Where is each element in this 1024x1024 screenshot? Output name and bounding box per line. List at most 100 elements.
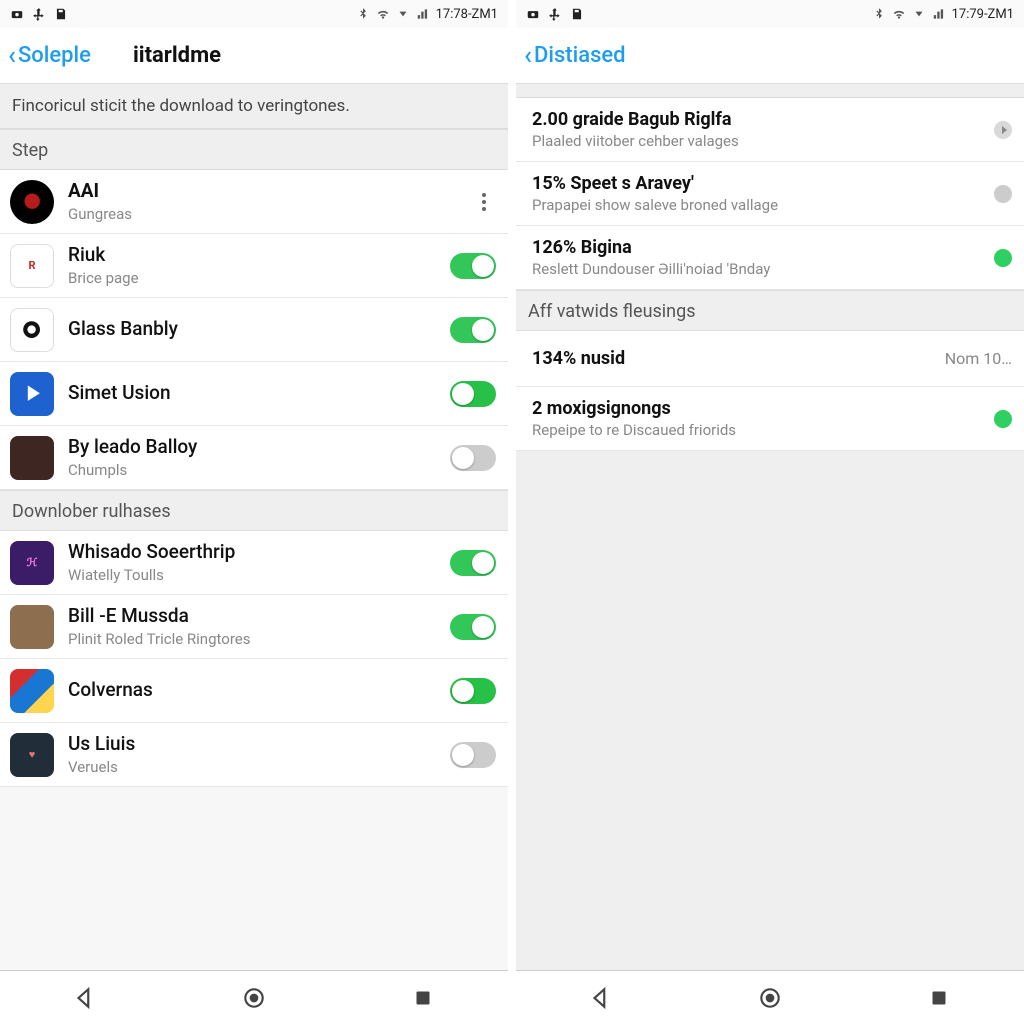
bluetooth-icon	[872, 7, 886, 21]
chevron-left-icon: ‹	[524, 43, 532, 69]
app-icon-whisado: ℋ	[10, 541, 54, 585]
back-label: Distiased	[534, 43, 626, 68]
status-bar: 17:78-ZM1	[0, 0, 508, 28]
app-subtitle: Chumpls	[68, 461, 442, 479]
app-icon-aai	[10, 180, 54, 224]
toggle[interactable]	[450, 550, 496, 576]
camera-icon	[10, 7, 24, 21]
app-icon-colvernas	[10, 669, 54, 713]
signal-down-icon	[396, 7, 410, 21]
list-item[interactable]: By leado Balloy Chumpls	[0, 426, 508, 490]
app-icon-glass	[10, 308, 54, 352]
list-item[interactable]: R Riuk Brice page	[0, 234, 508, 298]
kebab-icon[interactable]	[472, 190, 496, 214]
app-title: Bill -E Mussda	[68, 605, 442, 628]
usb-icon	[548, 7, 562, 21]
app-subtitle: Brice page	[68, 269, 442, 287]
bluetooth-icon	[356, 7, 370, 21]
status-bar: 17:79-ZM1	[516, 0, 1024, 28]
nav-home-button[interactable]	[234, 978, 274, 1018]
save-icon	[570, 7, 584, 21]
list-item[interactable]: 15% Speet s Aravey' Prapapei show saleve…	[516, 162, 1024, 226]
back-button[interactable]: ‹ Distiased	[522, 39, 628, 73]
nav-bar	[516, 970, 1024, 1024]
cell-signal-icon	[932, 7, 946, 21]
item-title: 2 moxigsignongs	[532, 398, 986, 420]
app-list-1: AAI Gungreas R Riuk Brice page Glass Ban…	[0, 170, 508, 490]
list-item[interactable]: ℋ Whisado Soeerthrip Wiatelly Toulls	[0, 531, 508, 595]
chevron-left-icon: ‹	[8, 43, 16, 69]
app-title: Whisado Soeerthrip	[68, 541, 442, 564]
app-title: By leado Balloy	[68, 436, 442, 459]
settings-list-1: 2.00 graide Bagub Riglfa Plaaled viitobe…	[516, 98, 1024, 290]
camera-icon	[526, 7, 540, 21]
section-aff: Aff vatwids fleusings	[516, 290, 1024, 331]
toggle[interactable]	[450, 614, 496, 640]
app-title: Simet Usion	[68, 382, 442, 405]
item-subtitle: Plaaled viitober cehber valages	[532, 132, 986, 150]
app-title: AAI	[68, 180, 464, 203]
status-time: 17:78-ZM1	[436, 7, 498, 22]
app-icon-balloy	[10, 436, 54, 480]
page-title: iitarldme	[133, 43, 221, 68]
spacer	[516, 84, 1024, 98]
app-icon-riuk: R	[10, 244, 54, 288]
list-item[interactable]: 2.00 graide Bagub Riglfa Plaaled viitobe…	[516, 98, 1024, 162]
item-title: 15% Speet s Aravey'	[532, 173, 986, 195]
list-item[interactable]: 126% Bigina Reslett Dundouser Əilli'noia…	[516, 226, 1024, 290]
item-title: 126% Bigina	[532, 237, 986, 259]
list-item[interactable]: AAI Gungreas	[0, 170, 508, 234]
list-item[interactable]: Simet Usion	[0, 362, 508, 426]
app-icon-usliuis: ♥	[10, 733, 54, 777]
back-button[interactable]: ‹ Soleple	[6, 39, 93, 73]
item-subtitle: Prapapei show saleve broned vallage	[532, 196, 986, 214]
item-title: 134% nusid	[532, 348, 937, 370]
section-step: Step	[0, 129, 508, 170]
toggle[interactable]	[450, 742, 496, 768]
app-list-2: ℋ Whisado Soeerthrip Wiatelly Toulls Bil…	[0, 531, 508, 787]
arrow-dot-icon	[994, 121, 1012, 139]
list-item[interactable]: Bill -E Mussda Plinit Roled Tricle Ringt…	[0, 595, 508, 659]
item-subtitle: Repeipe to re Discaued friorids	[532, 421, 986, 439]
toggle[interactable]	[450, 317, 496, 343]
toggle[interactable]	[450, 445, 496, 471]
item-value: Nom 10…	[945, 349, 1012, 368]
nav-bar	[0, 970, 508, 1024]
app-subtitle: Veruels	[68, 758, 442, 776]
nav-recent-button[interactable]	[919, 978, 959, 1018]
app-title: Riuk	[68, 244, 442, 267]
phone-right: 17:79-ZM1 ‹ Distiased 2.00 graide Bagub …	[512, 0, 1024, 1024]
save-icon	[54, 7, 68, 21]
status-dot-icon	[994, 249, 1012, 267]
page-description: Fincoricul sticit the download to vering…	[0, 84, 508, 129]
nav-home-button[interactable]	[750, 978, 790, 1018]
nav-back-button[interactable]	[581, 978, 621, 1018]
settings-list-2: 134% nusid Nom 10… 2 moxigsignongs Repei…	[516, 331, 1024, 451]
back-label: Soleple	[18, 43, 91, 68]
list-item[interactable]: Glass Banbly	[0, 298, 508, 362]
list-item[interactable]: 2 moxigsignongs Repeipe to re Discaued f…	[516, 387, 1024, 451]
status-dot-icon	[994, 410, 1012, 428]
app-subtitle: Gungreas	[68, 205, 464, 223]
usb-icon	[32, 7, 46, 21]
cell-signal-icon	[416, 7, 430, 21]
list-item[interactable]: 134% nusid Nom 10…	[516, 331, 1024, 387]
toggle[interactable]	[450, 253, 496, 279]
toggle[interactable]	[450, 381, 496, 407]
nav-back-button[interactable]	[65, 978, 105, 1018]
toggle[interactable]	[450, 678, 496, 704]
header: ‹ Distiased	[516, 28, 1024, 84]
wifi-icon	[892, 7, 906, 21]
app-icon-bill	[10, 605, 54, 649]
status-dot-icon	[994, 185, 1012, 203]
app-title: Us Liuis	[68, 733, 442, 756]
app-title: Colvernas	[68, 679, 442, 702]
app-title: Glass Banbly	[68, 318, 442, 341]
wifi-icon	[376, 7, 390, 21]
header: ‹ Soleple iitarldme	[0, 28, 508, 84]
list-item[interactable]: ♥ Us Liuis Veruels	[0, 723, 508, 787]
empty-area	[516, 451, 1024, 970]
app-icon-simet	[10, 372, 54, 416]
list-item[interactable]: Colvernas	[0, 659, 508, 723]
nav-recent-button[interactable]	[403, 978, 443, 1018]
